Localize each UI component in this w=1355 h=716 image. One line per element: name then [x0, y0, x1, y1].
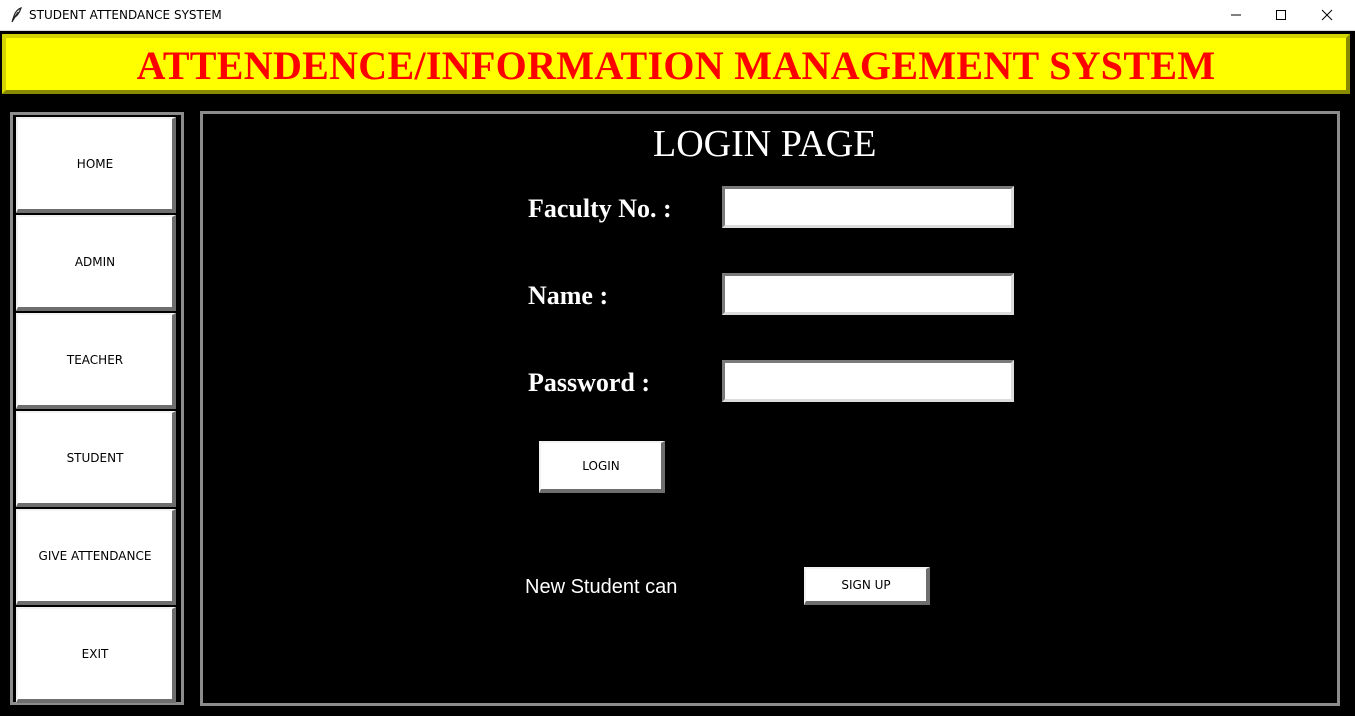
close-button[interactable]	[1304, 0, 1350, 30]
login-button[interactable]: LOGIN	[539, 441, 665, 493]
window-title: STUDENT ATTENDANCE SYSTEM	[29, 8, 222, 22]
faculty-no-input[interactable]	[722, 186, 1014, 228]
sidebar-item-admin[interactable]: ADMIN	[16, 215, 176, 311]
header-area: ATTENDENCE/INFORMATION MANAGEMENT SYSTEM	[0, 32, 1355, 98]
minimize-button[interactable]	[1213, 0, 1259, 30]
name-input[interactable]	[722, 273, 1014, 315]
feather-icon	[9, 7, 23, 23]
password-label: Password :	[528, 368, 651, 397]
faculty-no-label: Faculty No. :	[528, 194, 672, 223]
header-banner: ATTENDENCE/INFORMATION MANAGEMENT SYSTEM	[2, 34, 1350, 94]
page-title: LOGIN PAGE	[653, 123, 877, 165]
password-input[interactable]	[722, 360, 1014, 402]
signup-button[interactable]: SIGN UP	[804, 567, 930, 605]
sidebar-item-teacher[interactable]: TEACHER	[16, 313, 176, 409]
maximize-button[interactable]	[1258, 0, 1304, 30]
sidebar-nav: HOME ADMIN TEACHER STUDENT GIVE ATTENDAN…	[10, 112, 184, 705]
window-title-bar[interactable]: STUDENT ATTENDANCE SYSTEM	[0, 0, 1355, 31]
system-title: ATTENDENCE/INFORMATION MANAGEMENT SYSTEM	[136, 43, 1216, 88]
sidebar-item-home[interactable]: HOME	[16, 117, 176, 213]
maximize-icon	[1275, 9, 1287, 21]
sidebar-item-student[interactable]: STUDENT	[16, 411, 176, 507]
sidebar-item-exit[interactable]: EXIT	[16, 607, 176, 703]
new-student-text: New Student can	[525, 576, 678, 598]
login-panel: LOGIN PAGE Faculty No. : Name : Password…	[200, 111, 1340, 706]
name-label: Name :	[528, 281, 609, 310]
sidebar-item-give-attendance[interactable]: GIVE ATTENDANCE	[16, 509, 176, 605]
minimize-icon	[1230, 9, 1242, 21]
close-icon	[1321, 9, 1333, 21]
